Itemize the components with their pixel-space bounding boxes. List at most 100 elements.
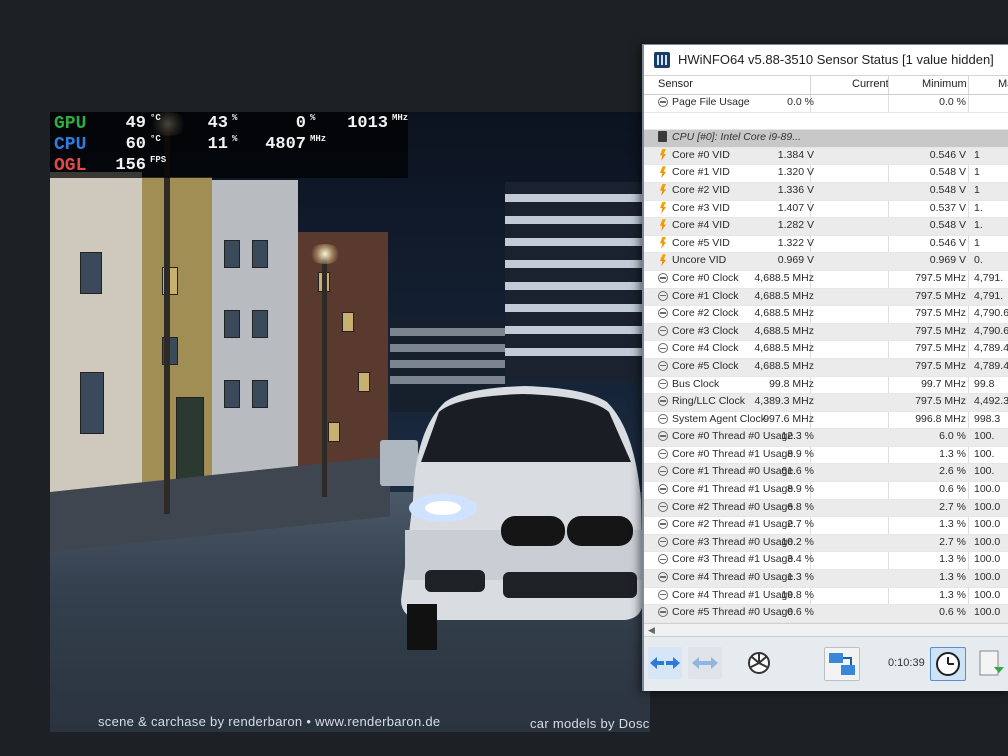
osd-row-gpu: GPU 49 °C 43 % 0 % 1013 MHz bbox=[54, 113, 408, 136]
clock-icon bbox=[658, 378, 668, 389]
clock-icon bbox=[658, 589, 668, 600]
sensor-row[interactable]: Core #5 VID 1.322 V 0.546 V 1 bbox=[644, 236, 1008, 254]
sensor-row[interactable]: Core #0 Thread #1 Usage 8.9 % 1.3 % 100. bbox=[644, 447, 1008, 465]
sensor-row[interactable]: Core #4 Clock 4,688.5 MHz 797.5 MHz 4,789.4 bbox=[644, 341, 1008, 359]
column-sensor[interactable]: Sensor bbox=[658, 78, 693, 90]
sensor-list[interactable]: Page File Usage 0.0 % 0.0 % CPU [#0]: Intel… bbox=[644, 95, 1008, 623]
sensor-name: Uncore VID bbox=[672, 254, 727, 267]
sensor-current: 2.7 % bbox=[787, 518, 814, 531]
sensor-max: 4,791. bbox=[974, 289, 1004, 302]
sensor-name: Core #3 Clock bbox=[672, 324, 739, 337]
osd-cpu-load-unit: % bbox=[232, 134, 238, 144]
sensor-row[interactable]: Page File Usage 0.0 % 0.0 % bbox=[644, 95, 1008, 113]
sensor-row[interactable]: Core #5 Thread #0 Usage 0.6 % 0.6 % 100.0 bbox=[644, 605, 1008, 623]
sensor-name: Core #0 VID bbox=[672, 148, 730, 161]
sensor-max: 100.0 bbox=[974, 588, 1001, 601]
sensor-row[interactable]: Core #2 Thread #1 Usage 2.7 % 1.3 % 100.0 bbox=[644, 517, 1008, 535]
sensor-name: Ring/LLC Clock bbox=[672, 395, 745, 408]
sensor-name: Core #5 VID bbox=[672, 236, 730, 249]
reset-timer-button[interactable] bbox=[930, 647, 966, 681]
sensor-max: 100.0 bbox=[974, 606, 1001, 619]
sensor-row[interactable]: Core #4 Thread #1 Usage 19.8 % 1.3 % 100.0 bbox=[644, 588, 1008, 606]
sensor-current: 1.336 V bbox=[777, 183, 814, 196]
sensor-row[interactable]: Core #2 Thread #0 Usage 6.8 % 2.7 % 100.0 bbox=[644, 499, 1008, 518]
sensor-current: 1.322 V bbox=[777, 236, 814, 249]
osd-cpu-clock-unit: MHz bbox=[310, 134, 327, 144]
sensor-row[interactable]: Ring/LLC Clock 4,389.3 MHz 797.5 MHz 4,492.… bbox=[644, 394, 1008, 412]
sensor-row[interactable]: Core #1 Thread #0 Usage 61.6 % 2.6 % 100. bbox=[644, 464, 1008, 483]
column-maximum[interactable]: Ma bbox=[998, 78, 1008, 90]
osd-gpu-temp: 49 bbox=[125, 114, 146, 133]
sensor-current: 1.282 V bbox=[777, 219, 814, 232]
network-button[interactable] bbox=[824, 647, 860, 681]
sensor-row[interactable]: Core #1 Thread #1 Usage 8.9 % 0.6 % 100.0 bbox=[644, 482, 1008, 500]
sensor-current: 3.4 % bbox=[787, 553, 814, 566]
clock-icon bbox=[658, 466, 668, 477]
sensor-max: 1 bbox=[974, 148, 980, 161]
bottom-toolbar: 0:10:39 bbox=[644, 636, 1008, 691]
sensor-current: 4,688.5 MHz bbox=[754, 307, 814, 320]
sensor-row[interactable]: Core #3 VID 1.407 V 0.537 V 1. bbox=[644, 201, 1008, 219]
sensor-min: 0.546 V bbox=[929, 236, 966, 249]
horizontal-scrollbar[interactable]: ◀ bbox=[644, 623, 1008, 636]
sensor-row[interactable]: Core #4 Thread #0 Usage 1.3 % 1.3 % 100.0 bbox=[644, 570, 1008, 588]
sensor-name: Core #1 Clock bbox=[672, 289, 739, 302]
sensor-name: Core #0 Clock bbox=[672, 271, 739, 284]
elapsed-timer: 0:10:39 bbox=[888, 657, 925, 669]
save-report-button[interactable] bbox=[974, 647, 1008, 679]
double-arrow-disabled-icon bbox=[692, 657, 718, 669]
sensor-row[interactable]: Core #5 Clock 4,688.5 MHz 797.5 MHz 4,789.4 bbox=[644, 358, 1008, 377]
sensor-row[interactable]: Core #0 VID 1.384 V 0.546 V 1 bbox=[644, 147, 1008, 166]
sensor-row[interactable]: Core #3 Thread #1 Usage 3.4 % 1.3 % 100.0 bbox=[644, 552, 1008, 571]
sensor-row[interactable]: Core #1 Clock 4,688.5 MHz 797.5 MHz 4,791. bbox=[644, 288, 1008, 307]
sensor-row[interactable]: Core #4 VID 1.282 V 0.548 V 1. bbox=[644, 218, 1008, 236]
sensor-row[interactable]: System Agent Clock 997.6 MHz 996.8 MHz 998.… bbox=[644, 412, 1008, 430]
sensor-min: 0.548 V bbox=[929, 183, 966, 196]
sensor-name: Core #2 VID bbox=[672, 183, 730, 196]
sensor-max: 100. bbox=[974, 447, 995, 460]
sensor-row[interactable]: Bus Clock 99.8 MHz 99.7 MHz 99.8 bbox=[644, 377, 1008, 395]
sensor-current: 99.8 MHz bbox=[769, 377, 814, 390]
sensor-row[interactable]: Core #2 Clock 4,688.5 MHz 797.5 MHz 4,790.6 bbox=[644, 306, 1008, 324]
sensor-min: 797.5 MHz bbox=[915, 359, 966, 372]
sensor-name: Core #3 VID bbox=[672, 201, 730, 214]
osd-gpu-mem: 0 bbox=[295, 114, 306, 133]
sensor-row[interactable]: Core #3 Thread #0 Usage 10.2 % 2.7 % 100.0 bbox=[644, 534, 1008, 553]
window-title: HWiNFO64 v5.88-3510 Sensor Status [1 val… bbox=[678, 52, 994, 67]
sensor-max: 1 bbox=[974, 166, 980, 179]
osd-cpu-temp: 60 bbox=[125, 135, 146, 154]
sensor-row[interactable]: Core #1 VID 1.320 V 0.548 V 1 bbox=[644, 165, 1008, 183]
osd-gpu-mem-unit: % bbox=[310, 113, 316, 123]
double-arrow-icon bbox=[650, 657, 680, 669]
column-minimum[interactable]: Minimum bbox=[922, 78, 967, 90]
fan-icon bbox=[748, 652, 770, 674]
sensor-row[interactable]: Uncore VID 0.969 V 0.969 V 0. bbox=[644, 253, 1008, 271]
sensor-current: 0.969 V bbox=[777, 254, 814, 267]
scroll-left-icon[interactable]: ◀ bbox=[648, 625, 655, 636]
column-current[interactable]: Current bbox=[852, 78, 889, 90]
hwinfo-sensor-window[interactable]: HWiNFO64 v5.88-3510 Sensor Status [1 val… bbox=[642, 44, 1008, 691]
sensor-row[interactable]: Core #0 Thread #0 Usage 12.3 % 6.0 % 100. bbox=[644, 429, 1008, 447]
sensor-max: 100.0 bbox=[974, 535, 1001, 548]
sensor-group-header[interactable]: CPU [#0]: Intel Core i9-89... bbox=[644, 130, 1008, 148]
sensor-name: Core #2 Thread #0 Usage bbox=[672, 500, 794, 513]
sensor-name: Core #0 Thread #1 Usage bbox=[672, 447, 794, 460]
clock-icon bbox=[658, 554, 668, 565]
navigate-arrows-secondary-button[interactable] bbox=[688, 647, 722, 679]
navigate-arrows-button[interactable] bbox=[648, 647, 682, 679]
configure-button[interactable] bbox=[742, 647, 776, 679]
clock-icon bbox=[658, 290, 668, 301]
osd-row-ogl: OGL 156 FPS bbox=[54, 155, 408, 178]
voltage-icon bbox=[660, 236, 666, 249]
sensor-name: CPU [#0]: Intel Core i9-89... bbox=[672, 131, 801, 144]
clock-icon bbox=[658, 396, 668, 407]
sensor-row[interactable]: Core #3 Clock 4,688.5 MHz 797.5 MHz 4,790.6 bbox=[644, 323, 1008, 342]
street-lamp-glow bbox=[308, 244, 342, 264]
sensor-row[interactable]: Core #2 VID 1.336 V 0.548 V 1 bbox=[644, 182, 1008, 201]
sensor-min: 0.548 V bbox=[929, 219, 966, 232]
sensor-min: 0.6 % bbox=[939, 606, 966, 619]
clock-icon bbox=[658, 536, 668, 547]
title-bar[interactable]: HWiNFO64 v5.88-3510 Sensor Status [1 val… bbox=[644, 45, 1008, 76]
sensor-name: Core #3 Thread #1 Usage bbox=[672, 553, 794, 566]
sensor-row[interactable]: Core #0 Clock 4,688.5 MHz 797.5 MHz 4,791. bbox=[644, 271, 1008, 289]
